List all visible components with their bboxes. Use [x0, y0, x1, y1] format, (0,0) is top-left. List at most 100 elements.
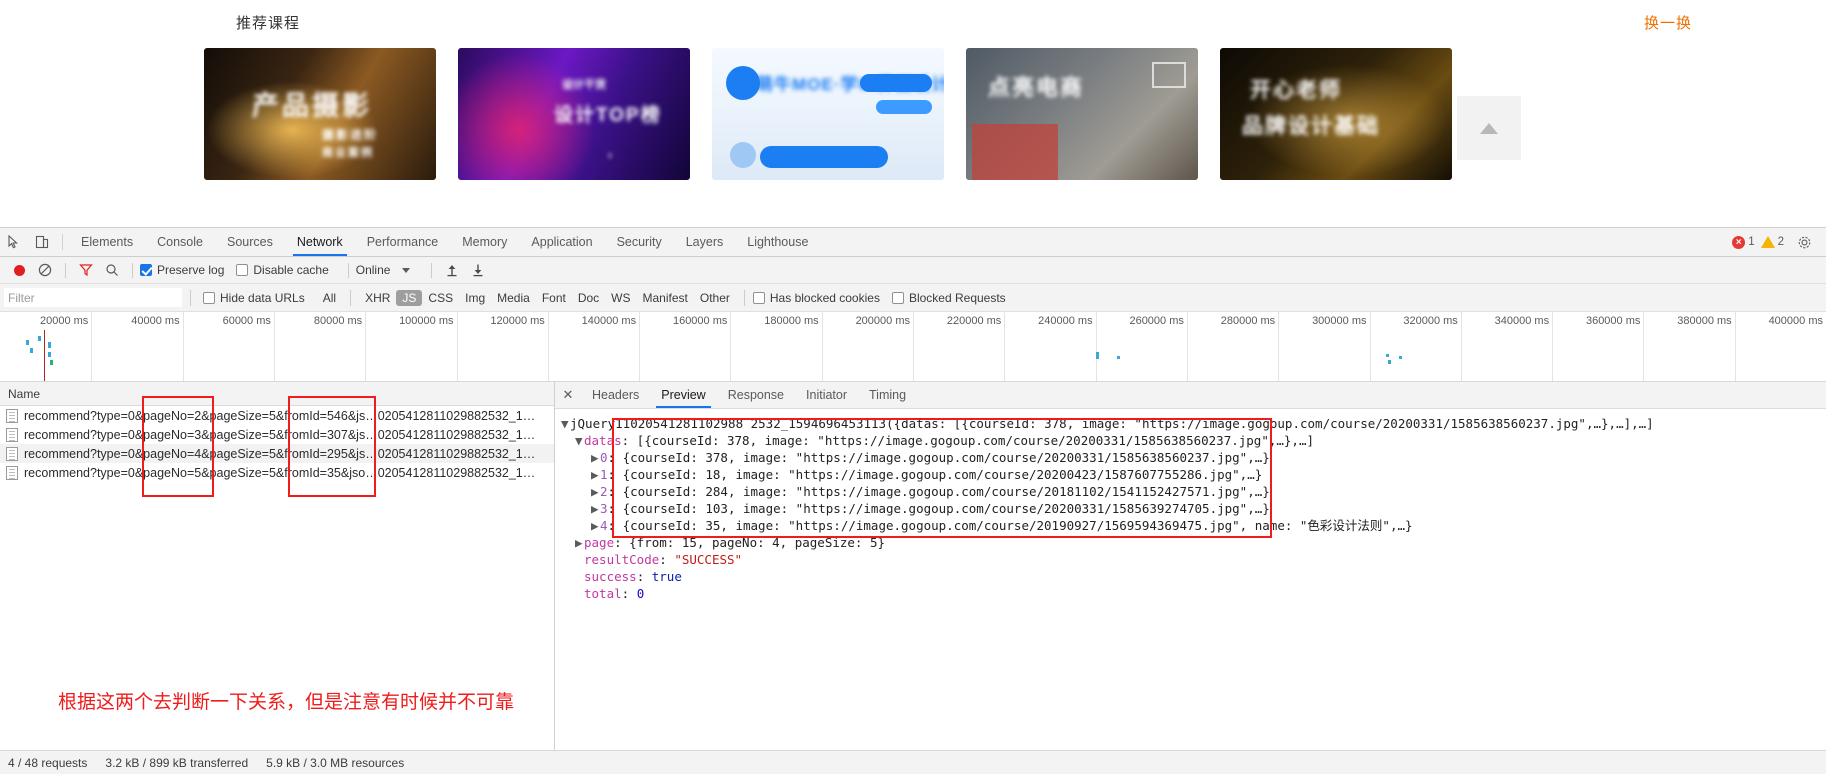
json-twisty-icon[interactable]: ▶: [591, 517, 600, 534]
overview-tick: 260000 ms: [1129, 312, 1188, 381]
scroll-to-top-button[interactable]: [1457, 96, 1521, 160]
overview-tick-label: 280000 ms: [1220, 315, 1276, 327]
request-row[interactable]: recommend?type=0&pageNo=4&pageSize=5&fro…: [0, 444, 554, 463]
type-filter-ws[interactable]: WS: [605, 290, 636, 306]
json-line[interactable]: success: true: [561, 568, 1826, 585]
course-card-1-sub2: ›: [608, 148, 612, 162]
course-card-4[interactable]: 开心老师 品牌设计基础: [1220, 48, 1452, 180]
json-twisty-icon[interactable]: ▶: [575, 534, 584, 551]
tab-layers[interactable]: Layers: [674, 228, 736, 256]
blocked-requests-checkbox[interactable]: Blocked Requests: [891, 291, 1006, 305]
json-token: :: [636, 569, 652, 584]
export-har-button[interactable]: [465, 259, 491, 281]
type-filter-js[interactable]: JS: [396, 289, 423, 306]
overview-bar: [1117, 356, 1120, 359]
overview-tick: 40000 ms: [131, 312, 184, 381]
request-row[interactable]: recommend?type=0&pageNo=3&pageSize=5&fro…: [0, 425, 554, 444]
network-statusbar: 4 / 48 requests 3.2 kB / 899 kB transfer…: [0, 750, 1826, 774]
record-button[interactable]: [6, 259, 32, 281]
detail-tabbar: ✕ Headers Preview Response Initiator Tim…: [555, 382, 1826, 409]
detail-tab-response[interactable]: Response: [717, 382, 795, 408]
import-har-button[interactable]: [439, 259, 465, 281]
tab-application[interactable]: Application: [519, 228, 604, 256]
course-card-list: 产品摄影 摄影进阶 商业案例 设计干货 设计TOP榜 › 萌牛MOE·学UI界面…: [204, 48, 1452, 180]
detail-tab-timing[interactable]: Timing: [858, 382, 917, 408]
disable-cache-checkbox[interactable]: Disable cache: [236, 263, 329, 277]
clear-button[interactable]: [32, 259, 58, 281]
json-line[interactable]: ▶page: {from: 15, pageNo: 4, pageSize: 5…: [561, 534, 1826, 551]
tab-console[interactable]: Console: [145, 228, 215, 256]
json-line[interactable]: ▶2: {courseId: 284, image: "https://imag…: [561, 483, 1826, 500]
overview-ruler: 20000 ms 40000 ms 60000 ms 80000 ms 100000 m…: [0, 312, 1826, 381]
json-line[interactable]: resultCode: "SUCCESS": [561, 551, 1826, 568]
type-filter-xhr[interactable]: XHR: [359, 290, 396, 306]
course-card-0-sub: 摄影进阶: [322, 128, 379, 142]
json-line[interactable]: total: 0: [561, 585, 1826, 602]
preserve-log-checkbox[interactable]: Preserve log: [140, 263, 224, 277]
swap-link[interactable]: 换一换: [1644, 12, 1692, 33]
type-filter-font[interactable]: Font: [536, 290, 572, 306]
course-card-2[interactable]: 萌牛MOE·学UI界面设计: [712, 48, 944, 180]
has-blocked-cookies-checkbox[interactable]: Has blocked cookies: [752, 291, 880, 305]
json-line[interactable]: ▶3: {courseId: 103, image: "https://imag…: [561, 500, 1826, 517]
filter-toggle-button[interactable]: [73, 259, 99, 281]
chevron-down-icon[interactable]: [402, 267, 411, 273]
course-card-1[interactable]: 设计干货 设计TOP榜 ›: [458, 48, 690, 180]
json-twisty-icon[interactable]: ▶: [591, 466, 600, 483]
course-card-0[interactable]: 产品摄影 摄影进阶 商业案例: [204, 48, 436, 180]
detail-tab-preview[interactable]: Preview: [650, 382, 716, 408]
json-line[interactable]: ▼datas: [{courseId: 378, image: "https:/…: [561, 432, 1826, 449]
json-twisty-icon[interactable]: ▼: [561, 415, 570, 432]
tab-security[interactable]: Security: [605, 228, 674, 256]
search-button[interactable]: [99, 259, 125, 281]
overview-tick-label: 100000 ms: [399, 315, 454, 327]
json-twisty-icon[interactable]: ▼: [575, 432, 584, 449]
device-toolbar-icon[interactable]: [28, 228, 56, 256]
request-row[interactable]: recommend?type=0&pageNo=5&pageSize=5&fro…: [0, 463, 554, 482]
type-filter-media[interactable]: Media: [491, 290, 536, 306]
network-overview[interactable]: 20000 ms 40000 ms 60000 ms 80000 ms 100000 m…: [0, 312, 1826, 382]
detail-tab-initiator[interactable]: Initiator: [795, 382, 858, 408]
requests-column-header[interactable]: Name: [0, 382, 554, 406]
tab-memory[interactable]: Memory: [450, 228, 519, 256]
tab-sources[interactable]: Sources: [215, 228, 285, 256]
detail-tab-headers[interactable]: Headers: [581, 382, 650, 408]
type-filter-manifest[interactable]: Manifest: [637, 290, 694, 306]
settings-gear-icon[interactable]: [1790, 235, 1818, 250]
request-name: recommend?type=0&pageNo=3&pageSize=5&fro…: [24, 427, 536, 442]
preview-json-view[interactable]: ▼jQuery11020541281102988 2532_1594696453…: [555, 409, 1826, 750]
hide-data-urls-checkbox[interactable]: Hide data URLs: [203, 291, 305, 305]
json-line[interactable]: ▼jQuery11020541281102988 2532_1594696453…: [561, 415, 1826, 432]
request-row[interactable]: recommend?type=0&pageNo=2&pageSize=5&fro…: [0, 406, 554, 425]
tab-network[interactable]: Network: [285, 228, 355, 256]
preserve-log-label: Preserve log: [157, 263, 225, 277]
error-badge[interactable]: × 1: [1732, 235, 1755, 249]
throttling-select[interactable]: Online: [356, 263, 391, 277]
inspect-element-icon[interactable]: [0, 228, 28, 256]
warning-badge[interactable]: 2: [1760, 236, 1784, 248]
json-token: : {courseId: 103, image: "https://image.…: [607, 501, 1270, 516]
course-card-3[interactable]: 点亮电商: [966, 48, 1198, 180]
status-resources: 5.9 kB / 3.0 MB resources: [266, 755, 405, 770]
type-filter-other[interactable]: Other: [694, 290, 736, 306]
json-line[interactable]: ▶1: {courseId: 18, image: "https://image…: [561, 466, 1826, 483]
close-icon[interactable]: ✕: [555, 387, 581, 403]
json-line[interactable]: ▶4: {courseId: 35, image: "https://image…: [561, 517, 1826, 534]
json-line[interactable]: ▶0: {courseId: 378, image: "https://imag…: [561, 449, 1826, 466]
json-token: : {courseId: 284, image: "https://image.…: [607, 484, 1270, 499]
type-filter-css[interactable]: CSS: [422, 290, 459, 306]
type-filter-all[interactable]: All: [317, 290, 342, 306]
json-twisty-icon[interactable]: ▶: [591, 500, 600, 517]
type-filter-doc[interactable]: Doc: [572, 290, 605, 306]
toolbar-divider-1: [65, 262, 66, 278]
tab-elements[interactable]: Elements: [69, 228, 145, 256]
json-token: : [{courseId: 378, image: "https://image…: [621, 433, 1314, 448]
type-filter-img[interactable]: Img: [459, 290, 491, 306]
json-twisty-icon[interactable]: ▶: [591, 449, 600, 466]
overview-bar: [38, 336, 41, 341]
tab-lighthouse[interactable]: Lighthouse: [735, 228, 820, 256]
overview-bar: [48, 352, 51, 357]
tab-performance[interactable]: Performance: [355, 228, 451, 256]
json-twisty-icon[interactable]: ▶: [591, 483, 600, 500]
filter-input[interactable]: [4, 288, 182, 307]
